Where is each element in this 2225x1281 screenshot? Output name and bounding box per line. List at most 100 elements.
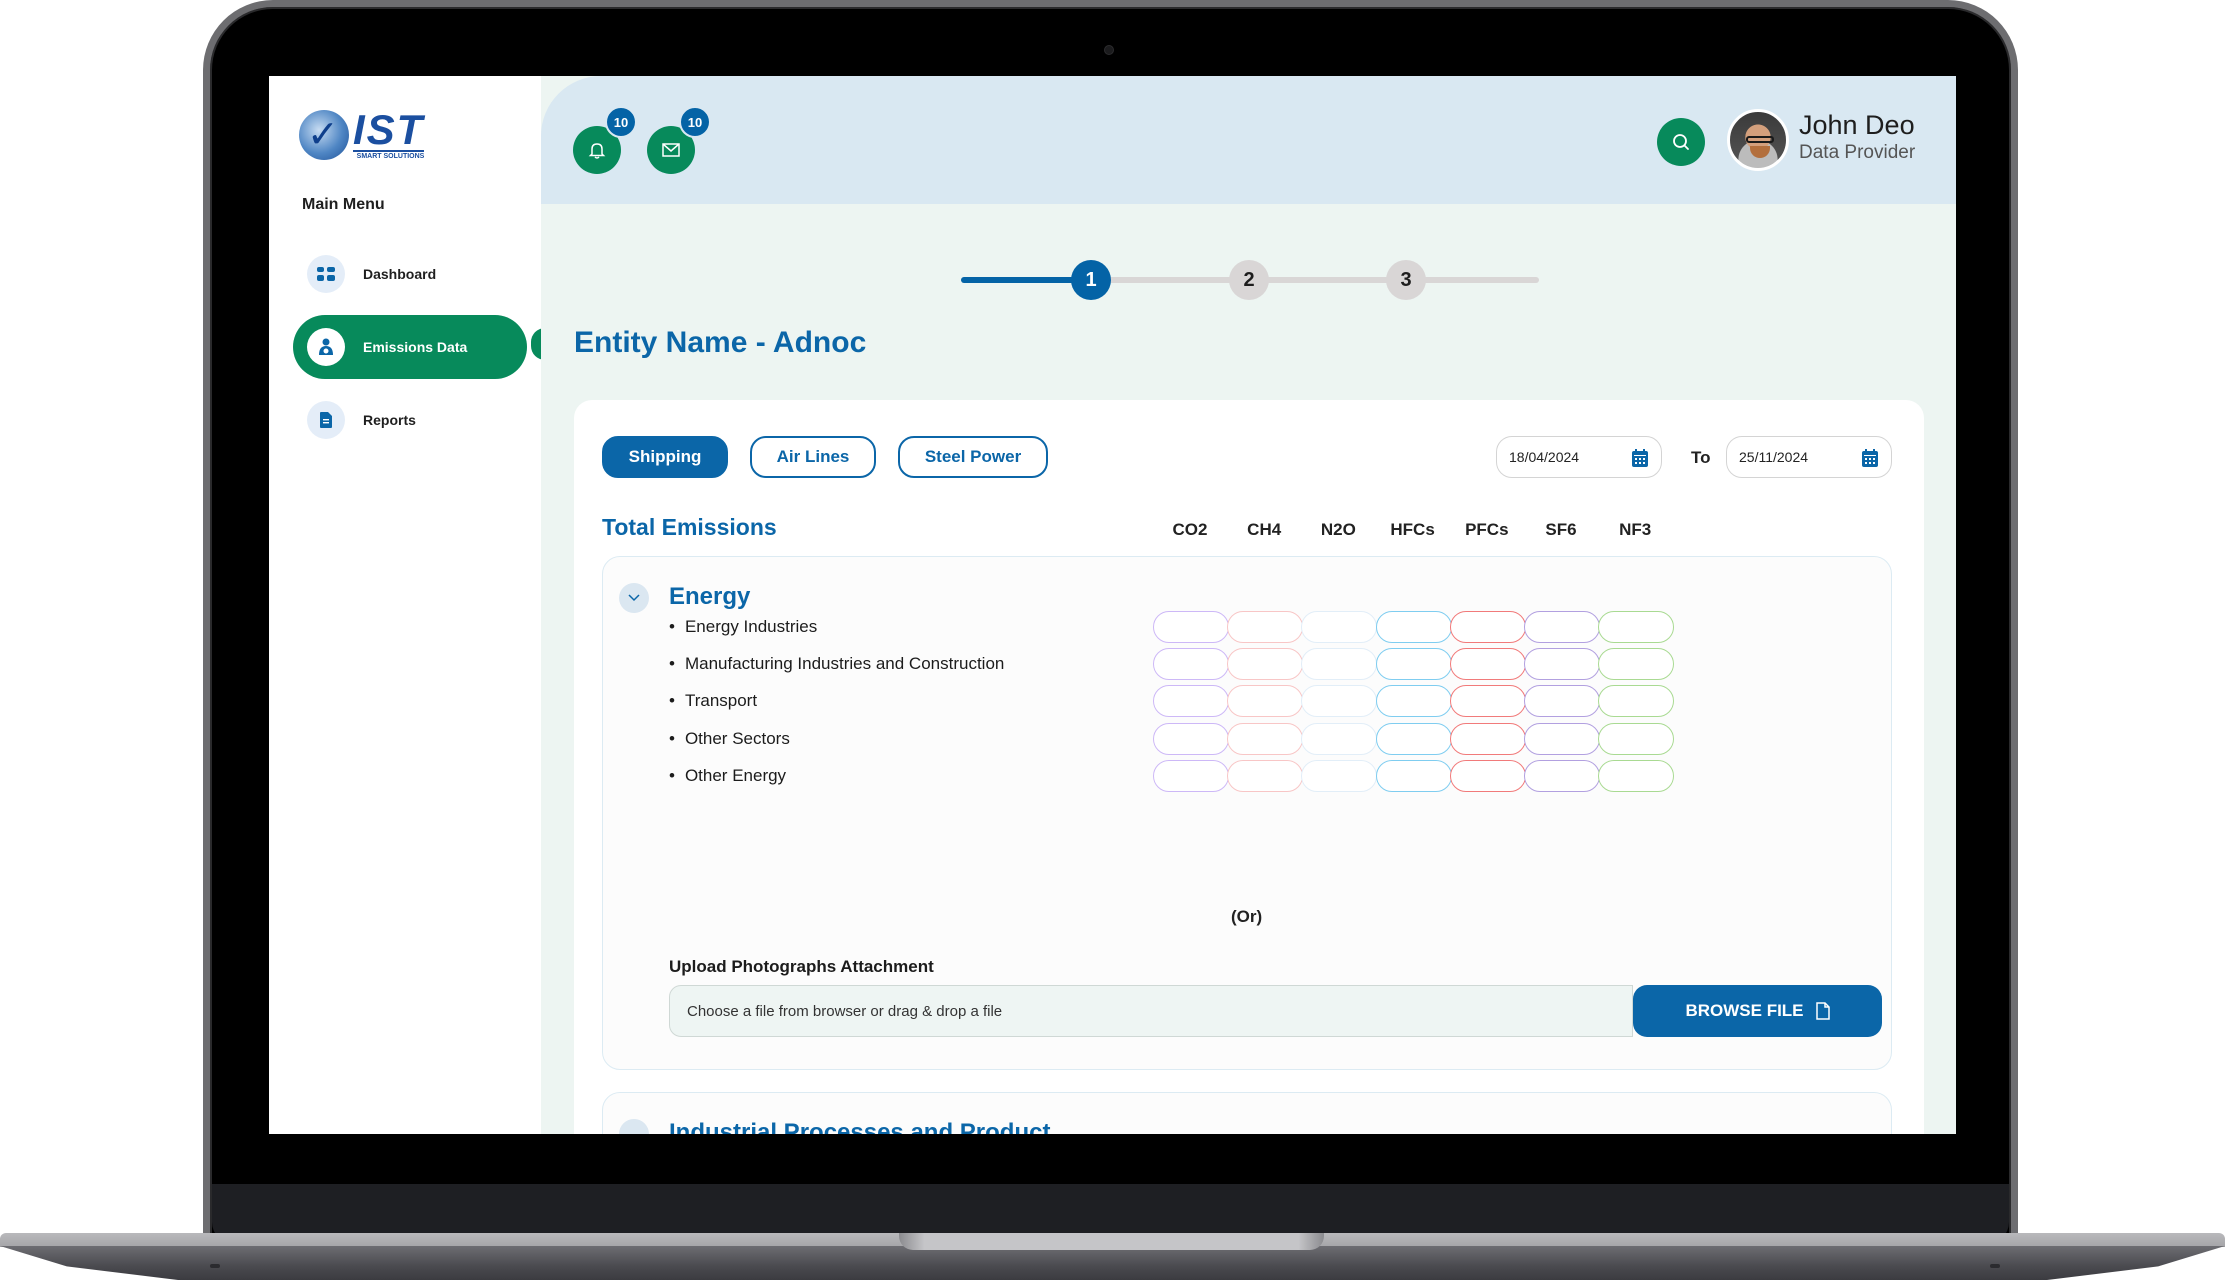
tab-shipping[interactable]: Shipping — [602, 436, 728, 478]
gas-column-header: SF6 — [1545, 520, 1577, 539]
sidebar-item-emissions-data[interactable]: Emissions Data — [293, 315, 527, 379]
date-from-input[interactable]: 18/04/2024 — [1496, 436, 1662, 478]
step-2[interactable]: 2 — [1229, 260, 1269, 300]
step-3[interactable]: 3 — [1386, 260, 1426, 300]
file-drop-placeholder: Choose a file from browser or drag & dro… — [687, 1002, 1003, 1020]
emissions-card: Shipping Air Lines Steel Power 18/04/202… — [574, 400, 1924, 1134]
gas-input-sf6[interactable] — [1524, 685, 1600, 718]
section-title: Energy — [669, 583, 751, 610]
gas-input-n2o[interactable] — [1301, 759, 1378, 792]
sidebar-item-label: Emissions Data — [363, 339, 468, 355]
sidebar-item-dashboard[interactable]: Dashboard — [293, 242, 527, 306]
mail-icon — [662, 143, 680, 157]
messages-button[interactable]: 10 — [647, 106, 711, 174]
person-upload-icon — [307, 328, 345, 366]
calendar-icon[interactable] — [1631, 448, 1649, 468]
gas-input-pfcs[interactable] — [1449, 648, 1526, 681]
notifications-button[interactable]: 10 — [573, 106, 637, 174]
gas-input-sf6[interactable] — [1524, 722, 1600, 755]
gas-input-sf6[interactable] — [1524, 611, 1600, 643]
gas-input-co2[interactable] — [1153, 648, 1229, 681]
step-1[interactable]: 1 — [1071, 260, 1111, 300]
gas-input-nf3[interactable] — [1598, 759, 1675, 792]
gas-column-header: NF3 — [1619, 520, 1652, 539]
main-content: 10 10 John Deo Data Provider 1 2 3 Entit… — [541, 76, 1956, 1134]
logo-subtext: SMART SOLUTIONS — [353, 150, 425, 160]
tab-steel-power[interactable]: Steel Power — [898, 436, 1048, 478]
globe-check-icon: ✓ — [299, 110, 349, 160]
search-icon — [1673, 134, 1689, 150]
grid-icon — [307, 255, 345, 293]
camera-icon — [1104, 45, 1114, 55]
calendar-icon[interactable] — [1861, 448, 1879, 468]
user-role: Data Provider — [1799, 142, 1916, 163]
section-energy: Energy Energy Industries Manufacturing In… — [602, 556, 1892, 1070]
collapse-toggle[interactable] — [619, 1119, 649, 1134]
gas-input-hfcs[interactable] — [1375, 722, 1452, 755]
gas-input-hfcs[interactable] — [1375, 759, 1452, 792]
laptop-foot — [210, 1264, 220, 1268]
gas-input-n2o[interactable] — [1301, 611, 1378, 643]
gas-column-header: CH4 — [1247, 520, 1282, 539]
user-name: John Deo — [1799, 110, 1915, 140]
gas-input-nf3[interactable] — [1598, 722, 1675, 755]
user-avatar[interactable] — [1727, 109, 1789, 171]
chevron-down-icon — [628, 594, 640, 602]
browse-file-label: BROWSE FILE — [1685, 1001, 1804, 1020]
emission-row-label: Other Energy — [669, 766, 786, 786]
gas-input-nf3[interactable] — [1598, 611, 1675, 643]
file-drop-zone[interactable]: Choose a file from browser or drag & dro… — [669, 985, 1633, 1037]
gas-input-ch4[interactable] — [1227, 611, 1304, 643]
gas-input-ch4[interactable] — [1227, 722, 1304, 755]
gas-input-sf6[interactable] — [1524, 648, 1600, 681]
logo[interactable]: ✓ IST SMART SOLUTIONS — [299, 106, 425, 160]
gas-input-n2o[interactable] — [1301, 648, 1378, 681]
total-emissions-title: Total Emissions — [602, 514, 777, 540]
sidebar-item-reports[interactable]: Reports — [293, 388, 527, 452]
gas-column-header: N2O — [1320, 520, 1356, 539]
laptop-notch — [899, 1233, 1324, 1250]
gas-input-ch4[interactable] — [1227, 648, 1304, 681]
browse-file-button[interactable]: BROWSE FILE — [1633, 985, 1882, 1037]
gas-input-hfcs[interactable] — [1375, 685, 1452, 718]
laptop-mockup: ✓ IST SMART SOLUTIONS Main Menu Dashboar… — [0, 0, 2225, 1281]
gas-input-sf6[interactable] — [1524, 759, 1600, 792]
emission-row-label: Manufacturing Industries and Constructio… — [669, 654, 1004, 674]
gas-input-nf3[interactable] — [1598, 648, 1675, 681]
tab-air-lines[interactable]: Air Lines — [750, 436, 876, 478]
gas-input-hfcs[interactable] — [1375, 648, 1452, 681]
notification-count-badge: 10 — [605, 106, 637, 138]
or-separator: (Or) — [1231, 907, 1263, 926]
gas-input-n2o[interactable] — [1301, 722, 1378, 755]
gas-column-header: CO2 — [1172, 520, 1208, 539]
gas-input-co2[interactable] — [1153, 722, 1229, 755]
gas-input-ch4[interactable] — [1227, 759, 1304, 792]
emission-row-label: Energy Industries — [669, 617, 817, 637]
sidebar-item-label: Dashboard — [363, 266, 437, 282]
message-count-badge: 10 — [679, 106, 711, 138]
search-button[interactable] — [1657, 118, 1705, 166]
gas-input-co2[interactable] — [1153, 611, 1229, 643]
gas-input-ch4[interactable] — [1227, 685, 1304, 718]
bell-icon — [588, 143, 606, 159]
gas-input-n2o[interactable] — [1301, 685, 1378, 718]
gas-input-hfcs[interactable] — [1375, 611, 1452, 643]
gas-input-co2[interactable] — [1153, 759, 1229, 792]
gas-input-nf3[interactable] — [1598, 685, 1675, 718]
gas-input-pfcs[interactable] — [1449, 759, 1526, 792]
date-to-input[interactable]: 25/11/2024 — [1726, 436, 1892, 478]
gas-input-pfcs[interactable] — [1449, 685, 1526, 718]
app-screen: ✓ IST SMART SOLUTIONS Main Menu Dashboar… — [269, 76, 1956, 1134]
logo-text: IST — [353, 106, 425, 153]
gas-input-pfcs[interactable] — [1449, 722, 1526, 755]
gas-input-pfcs[interactable] — [1449, 611, 1526, 643]
collapse-toggle[interactable] — [619, 583, 649, 613]
date-to-value: 25/11/2024 — [1739, 449, 1809, 465]
sidebar: ✓ IST SMART SOLUTIONS Main Menu Dashboar… — [269, 76, 541, 1134]
document-icon — [307, 401, 345, 439]
main-menu-title: Main Menu — [302, 196, 385, 213]
gas-input-co2[interactable] — [1153, 685, 1229, 718]
entity-title: Entity Name - Adnoc — [574, 326, 867, 359]
date-range-to-label: To — [1691, 448, 1711, 467]
gas-column-header: PFCs — [1465, 520, 1509, 539]
